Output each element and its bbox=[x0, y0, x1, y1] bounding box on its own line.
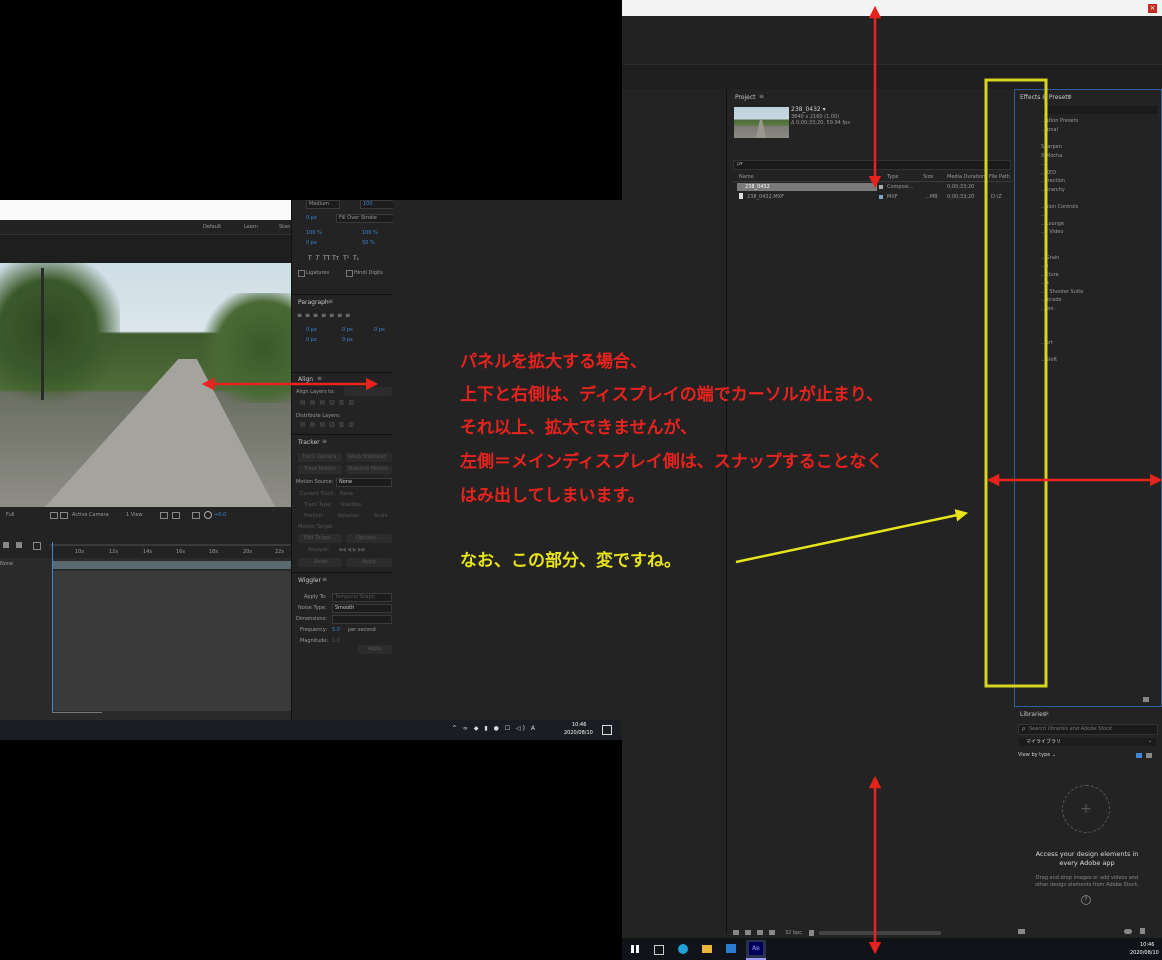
arrow-yellow-pointer bbox=[735, 509, 969, 564]
annotation-overlay bbox=[201, 5, 1162, 955]
highlight-box bbox=[984, 78, 1048, 688]
